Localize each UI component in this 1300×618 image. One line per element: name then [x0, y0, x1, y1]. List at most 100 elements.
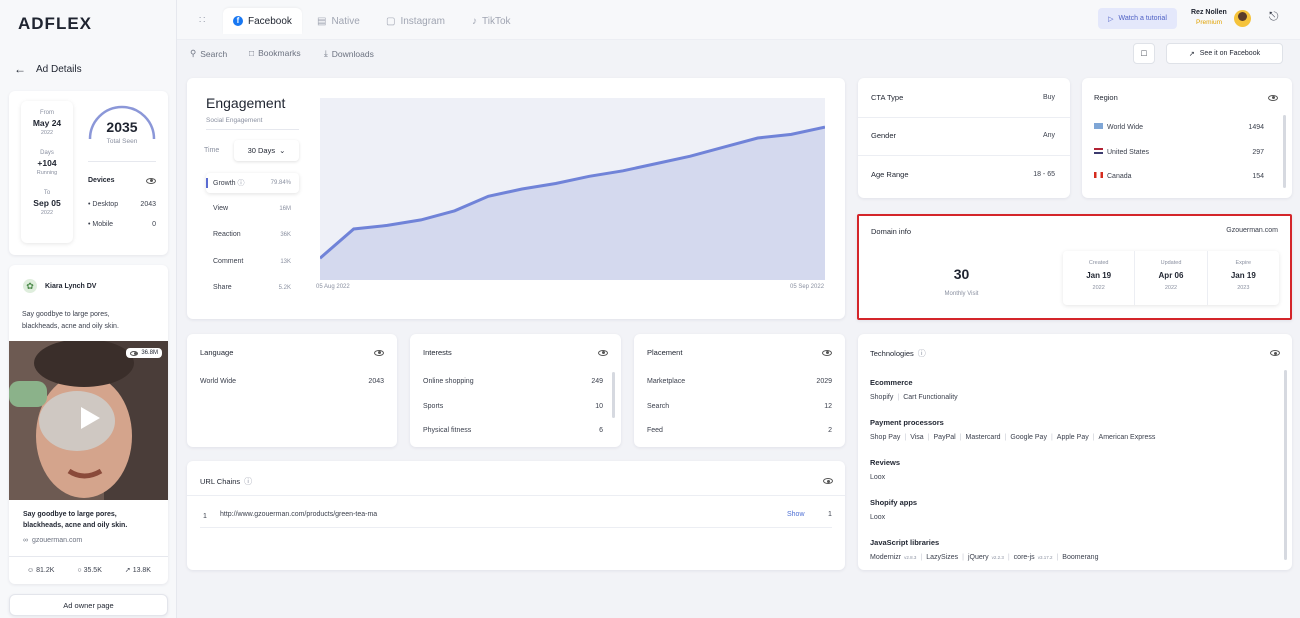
- back-link[interactable]: ← Ad Details: [14, 62, 82, 76]
- play-icon[interactable]: [77, 406, 101, 430]
- metric-value: 79.84%: [270, 180, 291, 186]
- bell-icon[interactable]: ⎋: [1269, 9, 1279, 24]
- advertiser-name: Kiara Lynch DV: [45, 282, 97, 290]
- url-text[interactable]: http://www.gzouerman.com/products/green-…: [220, 511, 377, 518]
- url-index: 1: [203, 513, 207, 520]
- tab-native[interactable]: ▤ Native: [307, 8, 370, 34]
- language-label: World Wide: [200, 378, 237, 385]
- metric-value: 5.2K: [278, 284, 291, 291]
- interest-label: Sports: [423, 403, 444, 410]
- tech-item: PayPal: [933, 434, 956, 441]
- age-value: 18 - 65: [1033, 171, 1055, 178]
- device-row-mobile: • Mobile 0: [88, 221, 156, 228]
- metric-row[interactable]: Comment 13K: [213, 258, 291, 265]
- region-card: Region World Wide 1494 United States 297…: [1082, 78, 1292, 198]
- facebook-icon: f: [233, 16, 243, 26]
- likes-stat: ☺ 81.2K: [27, 567, 54, 574]
- metric-row[interactable]: Share 5.2K: [213, 284, 291, 291]
- eye-icon[interactable]: [374, 349, 384, 356]
- see-on-facebook-button[interactable]: ↗ See it on Facebook: [1166, 43, 1283, 64]
- adflex-logo[interactable]: ADFLEX: [18, 14, 92, 34]
- x-axis-end: 05 Sep 2022: [790, 284, 825, 290]
- tab-facebook[interactable]: f Facebook: [223, 8, 302, 34]
- watch-tutorial-button[interactable]: ▷ Watch a tutorial: [1098, 8, 1177, 29]
- region-row: Canada 154: [1094, 172, 1264, 180]
- created-col: Created Jan 19 2022: [1063, 251, 1136, 305]
- tech-group-items: Shop Pay | Visa | PayPal | Mastercard | Google P…: [870, 434, 1156, 441]
- metric-row[interactable]: Growth ⓘ 79.84%: [213, 178, 291, 188]
- user-menu[interactable]: Rez Nollen Premium: [1191, 9, 1227, 26]
- tech-group-title: Reviews: [870, 458, 901, 467]
- scrollbar[interactable]: [612, 372, 615, 418]
- from-date: May 24: [32, 118, 62, 128]
- to-label: To: [43, 190, 51, 196]
- targeting-card: CTA Type Buy Gender Any Age Range 18 - 6…: [858, 78, 1070, 198]
- eye-icon[interactable]: [146, 177, 156, 184]
- tab-tiktok[interactable]: ♪ TikTok: [462, 8, 521, 34]
- divider: [88, 161, 156, 162]
- metric-row[interactable]: Reaction 36K: [213, 231, 291, 238]
- tech-item: Apple Pay: [1056, 434, 1089, 441]
- interest-value: 6: [599, 427, 603, 434]
- tech-item: Loox: [870, 514, 886, 521]
- engagement-card: Engagement Social Engagement Time 30 Day…: [187, 78, 845, 319]
- language-header: Language: [200, 348, 384, 357]
- subnav-search[interactable]: ⚲ Search: [190, 48, 227, 59]
- ad-domain[interactable]: ∞ gzouerman.com: [23, 537, 82, 544]
- total-seen-label: Total Seen: [106, 138, 138, 145]
- ad-owner-page-button[interactable]: Ad owner page: [9, 594, 168, 616]
- comments-count: 35.5K: [83, 566, 102, 574]
- placement-value: 2: [828, 427, 832, 434]
- subnav-downloads[interactable]: ⤓ Downloads: [324, 48, 374, 59]
- tab-instagram[interactable]: ▢ Instagram: [376, 8, 455, 34]
- days-status: Running: [36, 170, 58, 176]
- avatar[interactable]: [1234, 10, 1251, 27]
- age-label: Age Range: [871, 170, 909, 179]
- age-row: Age Range 18 - 65: [871, 170, 1055, 179]
- interest-label: Physical fitness: [423, 427, 472, 434]
- eye-icon[interactable]: [823, 478, 833, 484]
- time-select[interactable]: 30 Days ⌄: [234, 140, 299, 161]
- monthly-visit-value: 30: [953, 266, 970, 282]
- advertiser[interactable]: ✿ Kiara Lynch DV: [23, 279, 96, 293]
- bookmark-button[interactable]: □: [1133, 43, 1155, 64]
- technologies-card: Technologies ⓘ Ecommerce Shopify | Cart Fu…: [858, 334, 1292, 570]
- likes-count: 81.2K: [36, 566, 55, 574]
- scrollbar[interactable]: [1284, 370, 1287, 560]
- show-link[interactable]: Show: [787, 511, 805, 518]
- domain-name[interactable]: Gzouerman.com: [1226, 227, 1278, 234]
- scrollbar[interactable]: [1283, 115, 1286, 188]
- top-bar: ∷ f Facebook ▤ Native ▢ Instagram ♪ TikT…: [177, 0, 1300, 40]
- js-lib-name: LazySizes: [926, 554, 959, 561]
- eye-icon[interactable]: [822, 349, 832, 356]
- grid-icon[interactable]: ∷: [199, 15, 205, 26]
- tab-label: Facebook: [248, 15, 292, 27]
- bookmark-icon: □: [1141, 48, 1147, 58]
- eye-icon[interactable]: [1268, 94, 1278, 101]
- interests-title: Interests: [423, 348, 452, 357]
- days-label: Days: [40, 150, 54, 156]
- js-lib-version: v2.8.3: [904, 555, 917, 560]
- time-value: 30 Days: [247, 146, 276, 155]
- native-icon: ▤: [317, 15, 327, 27]
- url-chains-header: URL Chains ⓘ: [200, 476, 252, 487]
- url-chains-card: URL Chains ⓘ 1 http://www.gzouerman.com/…: [187, 461, 845, 570]
- metric-row[interactable]: View 16M: [213, 205, 291, 212]
- ad-headline: Say goodbye to large pores, blackheads, …: [23, 511, 128, 529]
- ad-video[interactable]: 36.8M: [9, 341, 168, 500]
- region-title: Region: [1094, 93, 1118, 102]
- ad-preview-card: ✿ Kiara Lynch DV Say goodbye to large po…: [9, 265, 168, 584]
- subnav-bookmarks[interactable]: □ Bookmarks: [249, 48, 301, 58]
- eye-icon[interactable]: [598, 349, 608, 356]
- eye-icon[interactable]: [1270, 350, 1280, 356]
- js-lib-name: Modernizr: [870, 554, 902, 561]
- logo-text: ADFLEX: [18, 14, 92, 33]
- instagram-icon: ▢: [386, 15, 396, 27]
- region-value: 297: [1252, 148, 1264, 156]
- comments-stat: ○ 35.5K: [77, 567, 101, 574]
- devices-label: Devices: [88, 177, 115, 184]
- placement-row: Search 12: [647, 403, 832, 410]
- engagement-subtitle: Social Engagement: [206, 117, 263, 124]
- summary-card: From May 24 2022 Days +104 Running To Se…: [9, 91, 168, 255]
- region-row: United States 297: [1094, 148, 1264, 156]
